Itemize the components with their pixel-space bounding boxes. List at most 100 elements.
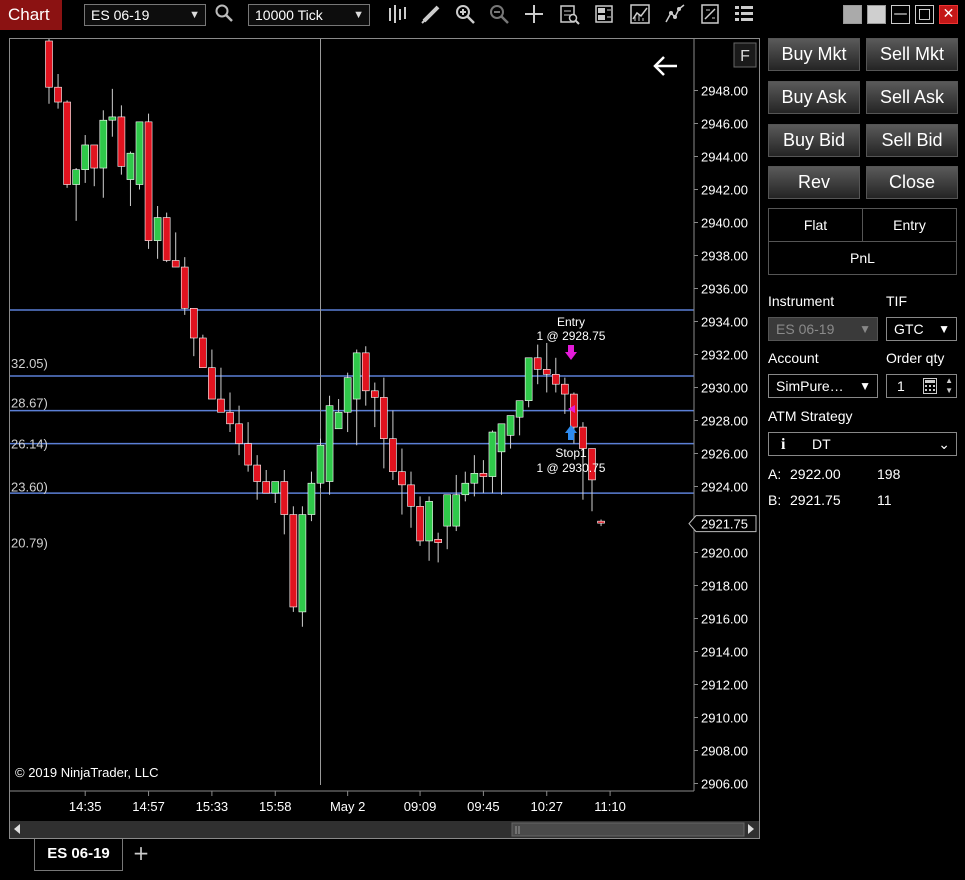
candlestick[interactable] xyxy=(262,470,270,494)
candlestick[interactable] xyxy=(361,346,370,406)
tif-select[interactable]: GTC ▼ xyxy=(886,317,957,341)
candlestick[interactable] xyxy=(72,168,80,221)
close-position-button[interactable]: Close xyxy=(866,166,958,199)
indicators-icon[interactable] xyxy=(628,3,652,27)
candlestick[interactable] xyxy=(63,100,71,188)
bar-type-icon[interactable] xyxy=(385,3,409,27)
restore-button[interactable] xyxy=(843,5,862,24)
candlestick[interactable] xyxy=(289,506,298,612)
candlestick[interactable] xyxy=(497,423,506,495)
buy-bid-button[interactable]: Buy Bid xyxy=(768,124,860,157)
candlestick[interactable] xyxy=(235,405,243,456)
candlestick[interactable] xyxy=(542,342,551,393)
candlestick[interactable] xyxy=(551,357,560,393)
search-icon[interactable] xyxy=(212,3,236,27)
instrument-selector[interactable]: ES 06-19 ▼ xyxy=(84,4,206,26)
sell-bid-button[interactable]: Sell Bid xyxy=(866,124,958,157)
candlestick[interactable] xyxy=(117,105,126,175)
candlestick[interactable] xyxy=(443,494,452,550)
candlestick[interactable] xyxy=(90,144,99,187)
crosshair-icon[interactable] xyxy=(522,3,546,27)
candlestick[interactable] xyxy=(407,471,415,528)
sell-ask-button[interactable]: Sell Ask xyxy=(866,81,958,114)
templates-icon[interactable] xyxy=(698,3,722,27)
candlestick[interactable] xyxy=(334,399,343,430)
candlestick[interactable] xyxy=(244,422,252,472)
candlestick[interactable] xyxy=(343,372,352,433)
candlestick[interactable] xyxy=(217,367,225,413)
order-qty-field[interactable]: 1 ▲ ▼ xyxy=(886,374,957,398)
chart-panel[interactable]: 32.05) 28.67) 26.14) 23.60) 20.79) 2948.00 29… xyxy=(9,38,760,839)
candlestick[interactable] xyxy=(307,471,316,522)
candlestick[interactable] xyxy=(425,496,433,561)
candlestick[interactable] xyxy=(199,334,207,369)
candlestick[interactable] xyxy=(280,470,289,535)
candlestick[interactable] xyxy=(533,344,542,385)
candlestick[interactable] xyxy=(588,448,596,512)
candlestick[interactable] xyxy=(398,448,406,515)
account-select[interactable]: SimPure… ▼ xyxy=(768,374,878,398)
list-icon[interactable] xyxy=(732,3,756,27)
candlestick[interactable] xyxy=(144,113,153,249)
candlestick[interactable] xyxy=(45,39,53,104)
candlestick[interactable] xyxy=(208,349,216,400)
candlestick[interactable] xyxy=(190,307,198,357)
candlestick[interactable] xyxy=(126,151,135,206)
candlestick[interactable] xyxy=(135,121,144,190)
candlestick[interactable] xyxy=(389,410,397,480)
candlestick[interactable] xyxy=(515,400,524,436)
sell-market-button[interactable]: Sell Mkt xyxy=(866,38,958,71)
candlestick[interactable] xyxy=(99,110,108,198)
price-chart[interactable]: 32.05) 28.67) 26.14) 23.60) 20.79) 2948.00 29… xyxy=(10,39,759,838)
candlestick[interactable] xyxy=(561,377,569,414)
candlestick[interactable] xyxy=(81,135,89,183)
candlestick[interactable] xyxy=(325,395,334,495)
candlestick[interactable] xyxy=(162,212,171,263)
scrollbar-thumb[interactable] xyxy=(511,822,745,837)
buy-ask-button[interactable]: Buy Ask xyxy=(768,81,860,114)
pin-button[interactable] xyxy=(867,5,886,24)
atm-strategy-select[interactable]: i DT ⌄ xyxy=(768,432,957,456)
data-box-icon[interactable] xyxy=(557,3,581,27)
candlestick[interactable] xyxy=(316,438,325,489)
candlestick[interactable] xyxy=(370,382,379,428)
candlestick[interactable] xyxy=(416,496,424,546)
candlestick[interactable] xyxy=(171,232,180,268)
strategies-icon[interactable] xyxy=(663,3,687,27)
candlestick[interactable] xyxy=(54,74,62,109)
maximize-button[interactable]: □ xyxy=(915,5,934,24)
candlestick[interactable] xyxy=(180,257,189,315)
calculator-icon[interactable] xyxy=(923,378,937,400)
candlestick[interactable] xyxy=(597,519,605,527)
qty-spinner[interactable]: ▲ ▼ xyxy=(945,376,953,396)
buy-market-button[interactable]: Buy Mkt xyxy=(768,38,860,71)
drawing-tool-icon[interactable] xyxy=(419,3,443,27)
close-window-button[interactable]: ✕ xyxy=(939,5,958,24)
zoom-out-icon[interactable] xyxy=(487,3,511,27)
zoom-in-icon[interactable] xyxy=(453,3,477,27)
candle-body xyxy=(561,383,569,395)
candlestick[interactable] xyxy=(271,481,280,503)
candlestick[interactable] xyxy=(524,357,533,408)
candlestick[interactable] xyxy=(452,474,461,532)
add-tab-icon[interactable]: + xyxy=(131,843,151,863)
chart-tab-es-06-19[interactable]: ES 06-19 xyxy=(34,839,123,871)
candlestick[interactable] xyxy=(298,506,307,627)
horizontal-scrollbar[interactable] xyxy=(10,821,759,838)
candlestick[interactable] xyxy=(108,88,117,137)
interval-selector[interactable]: 10000 Tick ▼ xyxy=(248,4,370,26)
reverse-button[interactable]: Rev xyxy=(768,166,860,199)
back-arrow-icon[interactable] xyxy=(653,56,677,76)
minimize-button[interactable]: — xyxy=(891,5,910,24)
candlestick[interactable] xyxy=(488,430,497,494)
candlestick[interactable] xyxy=(461,471,470,502)
candlestick[interactable] xyxy=(352,349,361,446)
candlestick[interactable] xyxy=(153,206,162,259)
candlestick[interactable] xyxy=(434,532,442,563)
candlestick[interactable] xyxy=(470,455,479,497)
properties-icon[interactable] xyxy=(592,3,616,27)
candlestick[interactable] xyxy=(226,392,234,433)
info-icon[interactable]: i xyxy=(781,436,785,453)
candlestick[interactable] xyxy=(479,460,488,494)
candlestick[interactable] xyxy=(380,377,388,469)
